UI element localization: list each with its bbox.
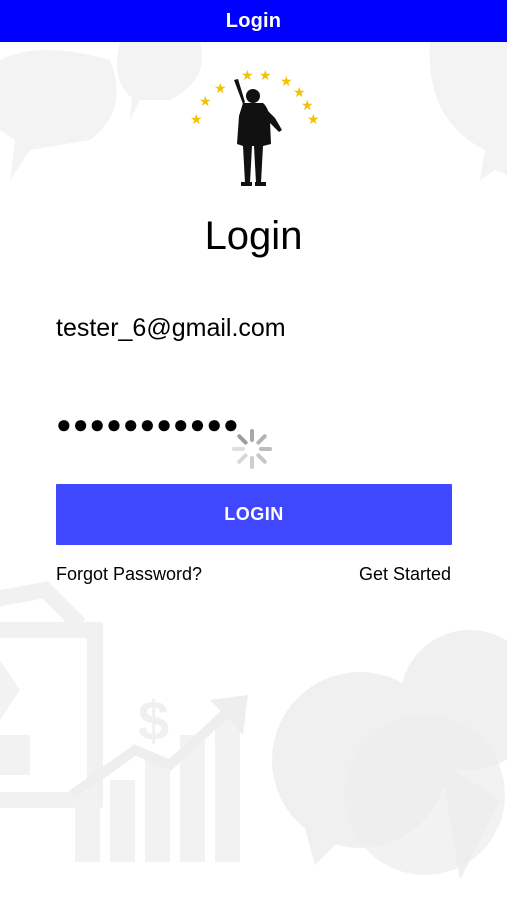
- speech-bubble-decor: [272, 672, 448, 848]
- star-icon: ★: [214, 81, 227, 97]
- person-reaching-stars-logo: ★ ★ ★ ★ ★ ★ ★ ★ ★: [190, 68, 320, 186]
- chart-bar-decor: [180, 735, 205, 862]
- star-icon: ★: [280, 74, 293, 90]
- person-silhouette: [255, 182, 266, 186]
- nav-bar: Login: [0, 0, 507, 42]
- email-field[interactable]: [56, 310, 451, 346]
- speech-bubble-decor: [440, 760, 500, 880]
- speech-bubble-decor: [429, 42, 507, 180]
- dollar-sign-decor: $: [138, 689, 169, 752]
- star-icon: ★: [241, 68, 254, 84]
- chart-bar-decor: [110, 780, 135, 862]
- speech-bubble-decor: [0, 50, 117, 180]
- speech-bubble-decor: [345, 715, 505, 875]
- chart-bar-decor: [75, 800, 100, 862]
- speech-bubble-decor: [400, 630, 507, 770]
- chart-arrow-decor: [69, 696, 244, 800]
- star-icon: ★: [199, 94, 212, 110]
- wallet-decor: [0, 622, 103, 808]
- page-title: Login: [204, 214, 303, 258]
- chart-bar-decor: [145, 760, 170, 862]
- wallet-decor: [0, 735, 30, 775]
- person-silhouette: [254, 146, 263, 183]
- login-button[interactable]: LOGIN: [56, 484, 452, 545]
- person-silhouette: [241, 182, 252, 186]
- speech-bubble-decor: [300, 810, 345, 865]
- person-silhouette: [246, 89, 260, 103]
- star-icon: ★: [259, 68, 272, 84]
- loading-spinner-icon: [232, 429, 272, 469]
- chart-bar-decor: [215, 715, 240, 862]
- wallet-decor: [0, 581, 86, 631]
- forgot-password-link[interactable]: Forgot Password?: [56, 563, 202, 585]
- chart-arrow-decor: [210, 695, 248, 735]
- nav-title: Login: [225, 9, 282, 32]
- star-icon: ★: [307, 112, 320, 128]
- get-started-link[interactable]: Get Started: [359, 563, 451, 585]
- person-silhouette: [243, 146, 252, 183]
- star-icon: ★: [190, 112, 203, 128]
- wallet-decor: [0, 660, 20, 720]
